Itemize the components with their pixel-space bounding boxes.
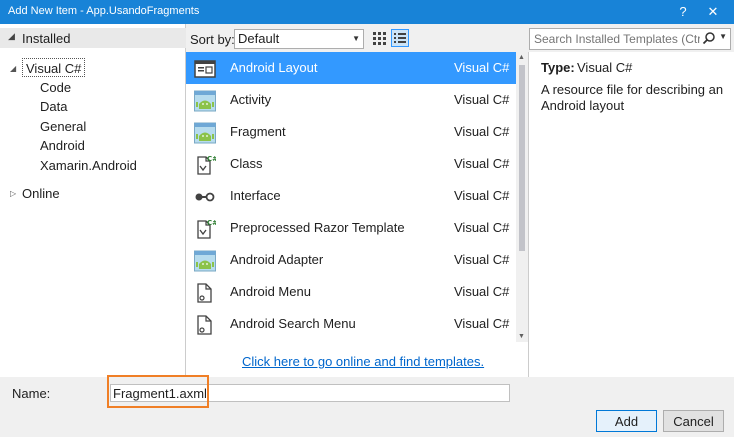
template-language: Visual C# bbox=[454, 188, 510, 203]
scroll-up-icon[interactable]: ▲ bbox=[518, 54, 525, 61]
android-icon bbox=[194, 250, 216, 272]
grid-view-icon bbox=[373, 32, 386, 45]
small-icons-view-button[interactable] bbox=[370, 29, 388, 47]
close-button[interactable]: ✕ bbox=[702, 2, 724, 22]
cancel-button[interactable]: Cancel bbox=[663, 410, 724, 432]
list-view-button[interactable] bbox=[391, 29, 409, 47]
scroll-down-icon[interactable]: ▼ bbox=[518, 333, 525, 340]
template-name: Fragment bbox=[230, 124, 286, 139]
expanded-arrow-icon[interactable]: ◢ bbox=[8, 31, 15, 42]
add-button[interactable]: Add bbox=[596, 410, 657, 432]
template-language: Visual C# bbox=[454, 60, 510, 75]
csharp-file-icon: C# bbox=[194, 154, 218, 176]
tree-item-general[interactable]: General bbox=[40, 117, 86, 136]
template-name: Android Layout bbox=[230, 60, 318, 75]
svg-text:C#: C# bbox=[207, 219, 216, 227]
search-box: ▼ bbox=[529, 28, 731, 50]
template-list: Android Layout Visual C# Activity Visual C#… bbox=[186, 52, 528, 377]
file-icon bbox=[194, 282, 216, 304]
template-language: Visual C# bbox=[454, 220, 510, 235]
template-name: Activity bbox=[230, 92, 272, 107]
file-icon bbox=[194, 314, 216, 336]
template-name: Interface bbox=[230, 188, 281, 203]
sort-select-value: Default bbox=[238, 31, 280, 46]
type-label: Type: bbox=[541, 60, 575, 75]
sort-select[interactable]: Default ▼ bbox=[234, 29, 364, 49]
tree-item-online[interactable]: Online bbox=[22, 184, 60, 203]
expanded-arrow-icon[interactable]: ◢ bbox=[10, 64, 16, 73]
details-pane: Type: Visual C# A resource file for desc… bbox=[528, 52, 734, 377]
template-row[interactable]: Fragment Visual C# bbox=[186, 116, 516, 148]
scrollbar[interactable]: ▲ ▼ bbox=[516, 52, 528, 342]
template-row[interactable]: C# Class Visual C# bbox=[186, 148, 516, 180]
installed-label: Installed bbox=[22, 31, 71, 46]
csharp-file-icon: C# bbox=[194, 218, 218, 240]
type-value: Visual C# bbox=[577, 60, 633, 75]
help-button[interactable]: ? bbox=[672, 2, 694, 22]
template-name: Android Search Menu bbox=[230, 316, 356, 331]
template-language: Visual C# bbox=[454, 156, 510, 171]
list-view-icon bbox=[394, 33, 406, 43]
android-icon bbox=[194, 122, 216, 144]
template-language: Visual C# bbox=[454, 284, 510, 299]
chevron-down-icon: ▼ bbox=[352, 34, 360, 43]
sort-by-label: Sort by: bbox=[190, 32, 235, 47]
template-language: Visual C# bbox=[454, 316, 510, 331]
template-description: A resource file for describing an Androi… bbox=[541, 82, 724, 113]
template-row[interactable]: Interface Visual C# bbox=[186, 180, 516, 212]
template-name: Preprocessed Razor Template bbox=[230, 220, 405, 235]
android-icon bbox=[194, 90, 216, 112]
layout-icon bbox=[194, 58, 216, 80]
svg-text:C#: C# bbox=[207, 155, 216, 163]
template-row[interactable]: Android Layout Visual C# bbox=[186, 52, 516, 84]
template-name: Android Adapter bbox=[230, 252, 324, 267]
tree-item-code[interactable]: Code bbox=[40, 78, 71, 97]
search-icon[interactable] bbox=[702, 31, 716, 45]
template-name: Android Menu bbox=[230, 284, 311, 299]
template-language: Visual C# bbox=[454, 92, 510, 107]
template-row[interactable]: C# Preprocessed Razor Template Visual C# bbox=[186, 212, 516, 244]
scrollbar-thumb[interactable] bbox=[519, 65, 525, 251]
template-language: Visual C# bbox=[454, 252, 510, 267]
template-row[interactable]: Android Menu Visual C# bbox=[186, 276, 516, 308]
template-row[interactable]: Android Search Menu Visual C# bbox=[186, 308, 516, 340]
chevron-down-icon[interactable]: ▼ bbox=[719, 32, 727, 41]
collapsed-arrow-icon[interactable]: ▷ bbox=[10, 189, 16, 198]
tree-item-xamarin-android[interactable]: Xamarin.Android bbox=[40, 156, 137, 175]
template-language: Visual C# bbox=[454, 124, 510, 139]
installed-header[interactable]: ◢ Installed bbox=[0, 28, 186, 48]
category-tree: ◢ Installed ◢ Visual C# Code Data Genera… bbox=[0, 24, 186, 377]
search-input[interactable] bbox=[530, 29, 702, 49]
name-label: Name: bbox=[12, 386, 51, 401]
window-title: Add New Item - App.UsandoFragments bbox=[8, 5, 200, 17]
title-bar: Add New Item - App.UsandoFragments ? ✕ bbox=[0, 0, 734, 24]
tree-item-data[interactable]: Data bbox=[40, 97, 67, 116]
name-highlight-box bbox=[107, 375, 209, 408]
tree-item-visual-csharp[interactable]: Visual C# bbox=[22, 58, 86, 77]
template-name: Class bbox=[230, 156, 263, 171]
tree-item-android[interactable]: Android bbox=[40, 136, 85, 155]
online-templates-link[interactable]: Click here to go online and find templat… bbox=[242, 354, 484, 369]
template-row[interactable]: Android Adapter Visual C# bbox=[186, 244, 516, 276]
template-row[interactable]: Activity Visual C# bbox=[186, 84, 516, 116]
interface-icon bbox=[194, 186, 216, 208]
